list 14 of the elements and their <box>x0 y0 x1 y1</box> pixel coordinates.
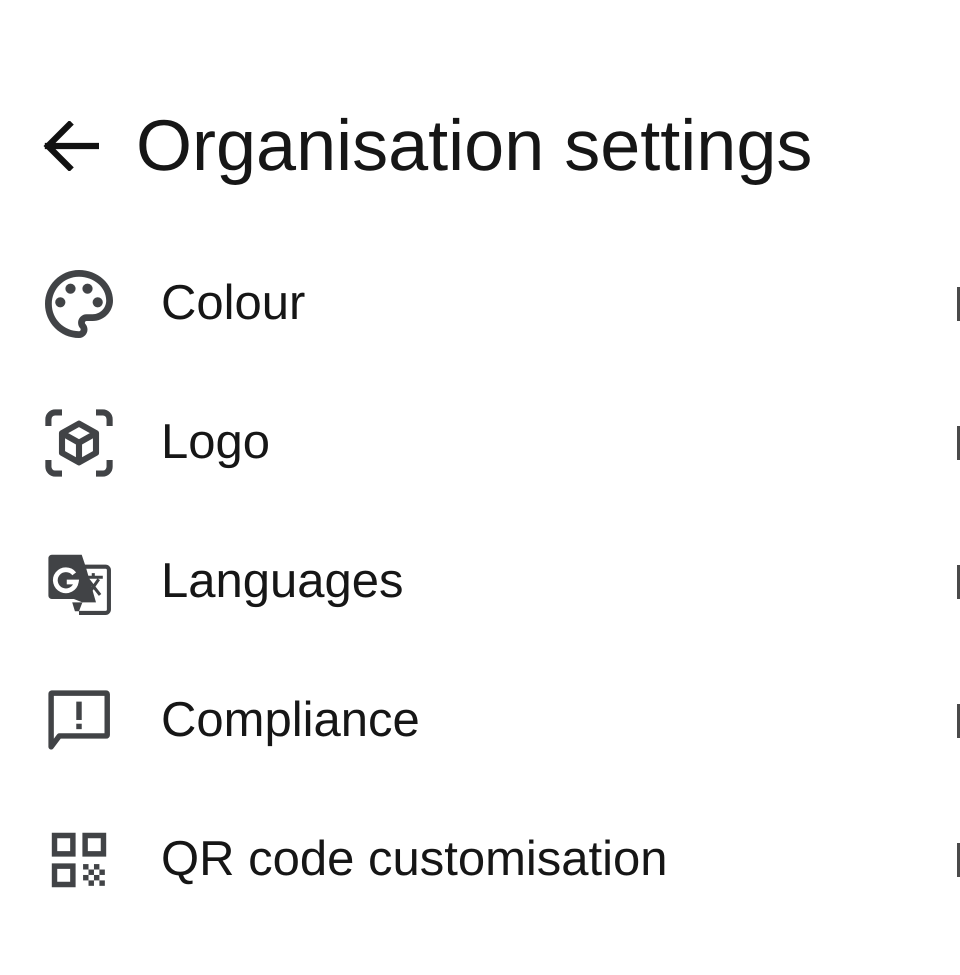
settings-item[interactable]: Colour <box>0 244 957 364</box>
back-arrow-icon <box>43 121 99 171</box>
settings-item[interactable]: QR code customisation <box>0 800 957 920</box>
settings-item[interactable]: Languages <box>0 522 957 642</box>
palette-icon <box>45 270 113 338</box>
edge-mark-icon <box>957 842 960 876</box>
edge-mark-icon <box>957 704 960 738</box>
edge-mark-icon <box>957 286 960 320</box>
cube-in-frame-icon <box>45 408 113 476</box>
settings-item[interactable]: Logo <box>0 382 957 502</box>
settings-item[interactable]: Compliance <box>0 660 957 780</box>
page-title: Organisation settings <box>136 108 812 184</box>
edge-mark-icon <box>957 426 960 460</box>
edge-mark-icon <box>957 564 960 598</box>
